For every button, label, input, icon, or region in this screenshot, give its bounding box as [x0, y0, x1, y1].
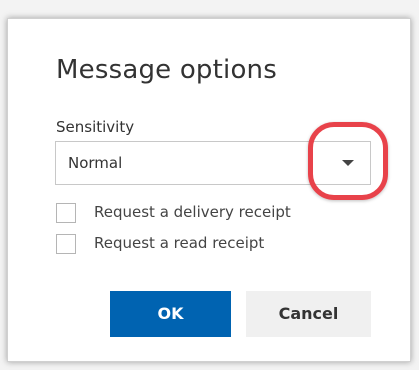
read-receipt-checkbox[interactable] — [56, 234, 76, 254]
dialog-title: Message options — [56, 55, 277, 85]
sensitivity-selected-value: Normal — [68, 154, 123, 172]
ok-button[interactable]: OK — [110, 291, 231, 337]
delivery-receipt-label[interactable]: Request a delivery receipt — [94, 203, 291, 221]
highlight-ring — [308, 122, 388, 200]
delivery-receipt-checkbox[interactable] — [56, 203, 76, 223]
cancel-button[interactable]: Cancel — [246, 291, 371, 337]
message-options-dialog: Message options Sensitivity Normal Reque… — [7, 18, 411, 362]
sensitivity-label: Sensitivity — [56, 118, 135, 136]
read-receipt-label[interactable]: Request a read receipt — [94, 234, 264, 252]
